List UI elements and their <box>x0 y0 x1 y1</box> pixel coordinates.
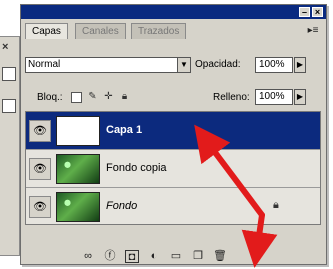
fill-field[interactable]: 100% <box>255 89 293 105</box>
layers-list: 👁︎ Capa 1 👁︎ Fondo copia 👁︎ Fondo 🔒︎ <box>25 111 321 225</box>
background-panel: × <box>0 36 20 256</box>
adjustment-layer-icon[interactable]: ◐ <box>147 250 161 263</box>
layer-name: Fondo <box>106 200 138 212</box>
lock-move-icon[interactable]: ✛ <box>103 92 114 103</box>
layer-mask-icon[interactable]: ◘ <box>125 250 139 263</box>
minimize-icon[interactable]: – <box>299 7 310 17</box>
blend-mode-select[interactable]: Normal ▼ <box>25 57 191 73</box>
panel-title-bar[interactable]: – × <box>21 5 326 19</box>
layers-panel: – × Capas Canales Trazados ▸≡ Normal ▼ O… <box>20 4 327 265</box>
lock-label: Bloq.: <box>37 92 63 103</box>
close-icon[interactable]: × <box>2 41 8 53</box>
delete-layer-icon[interactable]: 🗑︎ <box>213 250 227 263</box>
new-group-icon[interactable]: ▭ <box>169 250 183 263</box>
eye-icon[interactable]: 👁︎ <box>29 196 51 218</box>
layer-name: Fondo copia <box>106 162 167 174</box>
layer-thumbnail <box>56 116 100 146</box>
close-icon[interactable]: × <box>312 7 323 17</box>
lock-all-icon[interactable]: 🔒︎ <box>119 92 130 103</box>
tab-capas[interactable]: Capas <box>25 23 68 39</box>
opacity-slider-icon[interactable]: ▶ <box>294 57 306 73</box>
layer-thumbnail <box>56 192 100 222</box>
eye-icon[interactable]: 👁︎ <box>29 120 51 142</box>
tab-canales[interactable]: Canales <box>75 23 126 39</box>
lock-paint-icon[interactable]: ✎ <box>87 92 98 103</box>
tab-trazados[interactable]: Trazados <box>131 23 187 39</box>
layer-name: Capa 1 <box>106 124 143 136</box>
layer-style-icon[interactable]: ⓕ <box>103 250 117 263</box>
panel-swatch <box>2 67 16 81</box>
layer-row[interactable]: 👁︎ Capa 1 <box>26 112 320 150</box>
panel-menu-icon[interactable]: ▸≡ <box>306 25 320 37</box>
chevron-down-icon[interactable]: ▼ <box>177 58 190 72</box>
opacity-label: Opacidad: <box>195 59 241 70</box>
opacity-field[interactable]: 100% <box>255 57 293 73</box>
panel-swatch <box>2 99 16 113</box>
fill-label: Relleno: <box>213 92 250 103</box>
layer-row[interactable]: 👁︎ Fondo copia <box>26 150 320 188</box>
lock-transparency-icon[interactable] <box>71 92 82 103</box>
lock-icon: 🔒︎ <box>273 199 279 211</box>
layer-row[interactable]: 👁︎ Fondo 🔒︎ <box>26 188 320 226</box>
link-layers-icon[interactable]: ∞ <box>81 250 95 263</box>
eye-icon[interactable]: 👁︎ <box>29 158 51 180</box>
new-layer-icon[interactable]: ❐ <box>191 250 205 263</box>
fill-slider-icon[interactable]: ▶ <box>294 89 306 105</box>
layer-thumbnail <box>56 154 100 184</box>
blend-mode-value: Normal <box>28 59 61 70</box>
